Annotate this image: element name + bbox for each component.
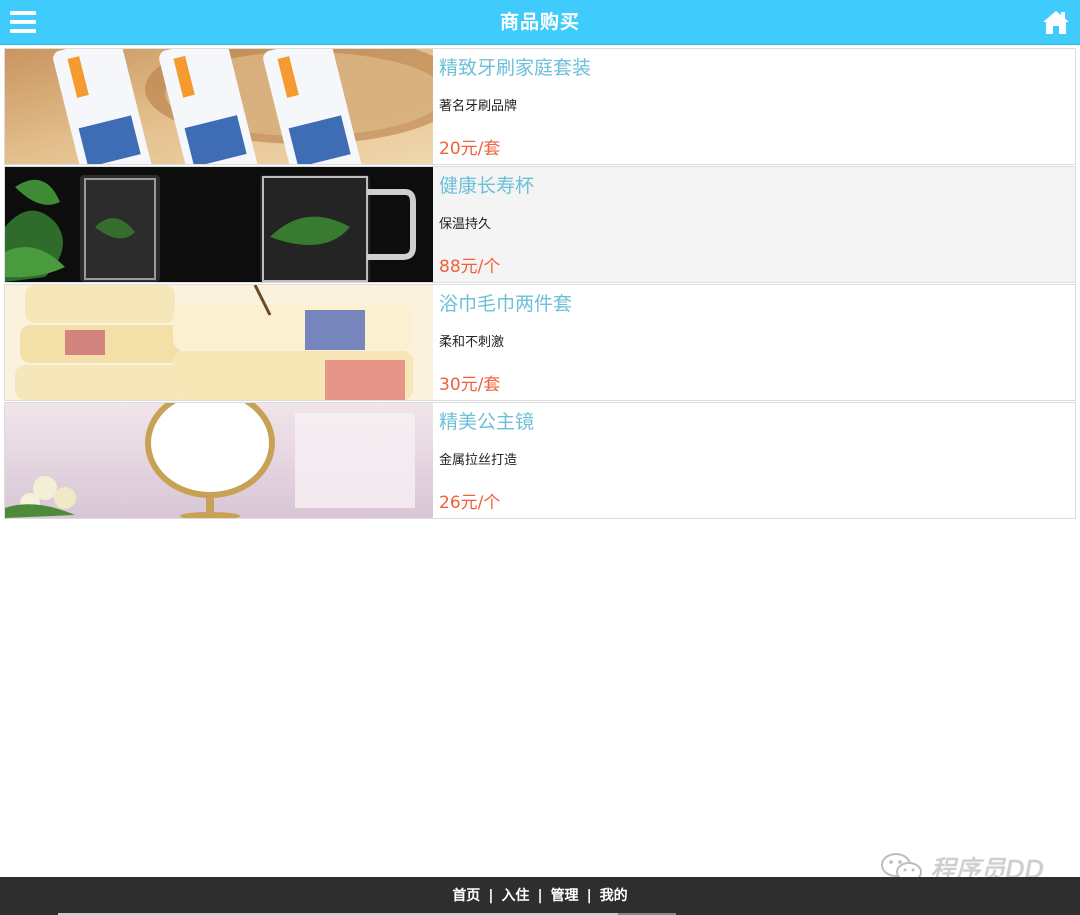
product-desc: 著名牙刷品牌 [439, 99, 518, 114]
nav-mine[interactable]: 我的 [594, 888, 634, 904]
top-header: 商品购买 [0, 0, 1080, 45]
nav-separator: | [586, 888, 592, 904]
product-name: 健康长寿杯 [439, 175, 535, 197]
product-item[interactable]: 精美公主镜 金属拉丝打造 26元/个 [4, 402, 1076, 519]
bottom-nav: 首页 | 入住 | 管理 | 我的 [0, 877, 1080, 915]
towel-set-image [5, 285, 433, 400]
product-item[interactable]: 健康长寿杯 保温持久 88元/个 [4, 166, 1076, 283]
nav-checkin[interactable]: 入住 [495, 888, 535, 904]
product-desc: 金属拉丝打造 [439, 453, 518, 468]
product-info: 精致牙刷家庭套装 著名牙刷品牌 20元/套 [439, 49, 1075, 164]
nav-home[interactable]: 首页 [446, 888, 486, 904]
product-list: 精致牙刷家庭套装 著名牙刷品牌 20元/套 健康长寿杯 保温持久 88元/个 浴… [4, 48, 1076, 520]
nav-separator: | [537, 888, 543, 904]
product-name: 精致牙刷家庭套装 [439, 57, 592, 79]
product-price: 26元/个 [439, 493, 501, 513]
product-info: 浴巾毛巾两件套 柔和不刺激 30元/套 [439, 285, 1075, 400]
product-item[interactable]: 浴巾毛巾两件套 柔和不刺激 30元/套 [4, 284, 1076, 401]
nav-manage[interactable]: 管理 [545, 888, 585, 904]
princess-mirror-image [5, 403, 433, 518]
glass-cup-image [5, 167, 433, 282]
product-price: 88元/个 [439, 257, 501, 277]
product-name: 浴巾毛巾两件套 [439, 293, 573, 315]
product-price: 20元/套 [439, 139, 501, 159]
product-desc: 柔和不刺激 [439, 335, 505, 350]
product-info: 精美公主镜 金属拉丝打造 26元/个 [439, 403, 1075, 518]
product-price: 30元/套 [439, 375, 501, 395]
home-icon[interactable] [1042, 9, 1070, 35]
product-desc: 保温持久 [439, 217, 492, 232]
product-name: 精美公主镜 [439, 411, 535, 433]
product-info: 健康长寿杯 保温持久 88元/个 [439, 167, 1075, 282]
product-item[interactable]: 精致牙刷家庭套装 著名牙刷品牌 20元/套 [4, 48, 1076, 165]
toothbrush-set-image [5, 49, 433, 164]
page-title: 商品购买 [499, 11, 580, 33]
